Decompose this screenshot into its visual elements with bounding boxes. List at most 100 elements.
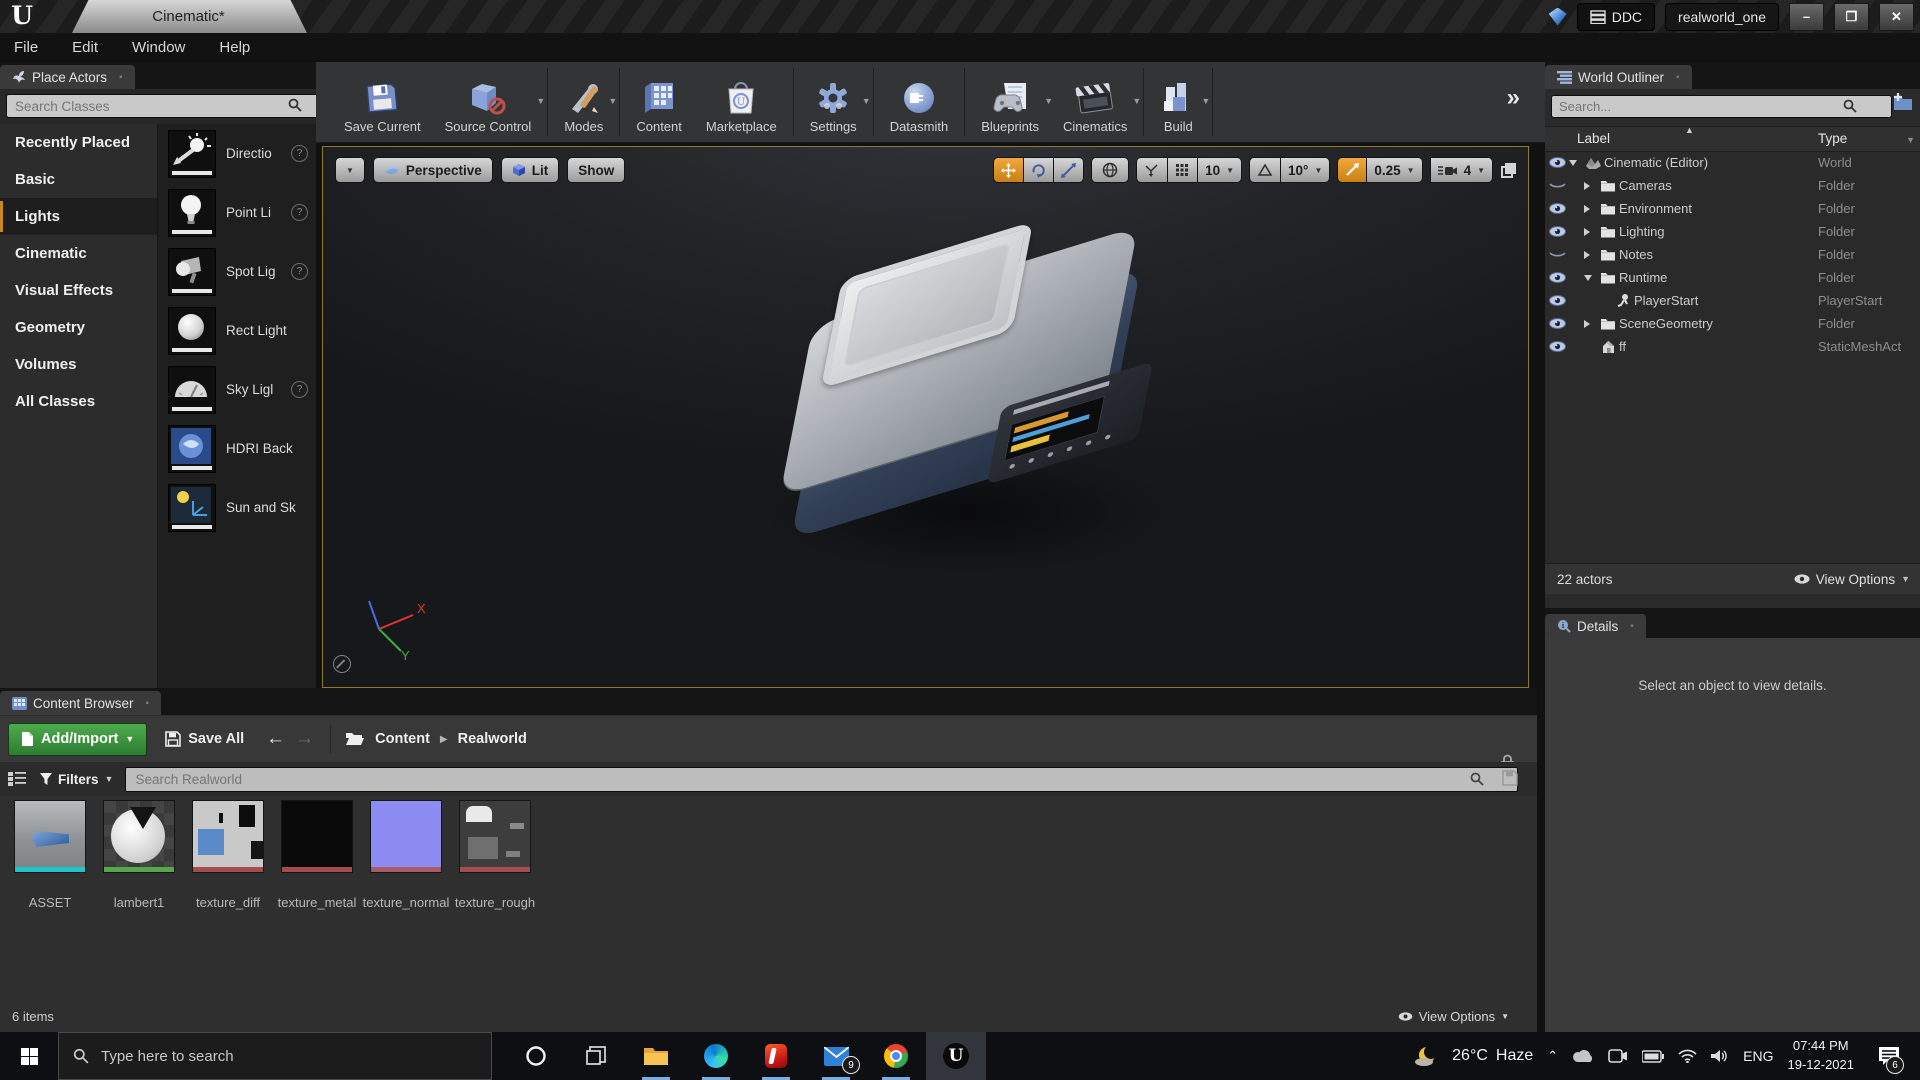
outliner-row[interactable]: Lighting Folder <box>1545 220 1920 243</box>
file-explorer-button[interactable] <box>626 1032 686 1080</box>
category-item[interactable]: Cinematic <box>0 235 157 272</box>
tray-expand-chevron[interactable]: ⌃ <box>1547 1048 1558 1064</box>
category-item[interactable]: Geometry <box>0 309 157 346</box>
meet-now-icon[interactable] <box>1608 1048 1628 1064</box>
red-app-button[interactable] <box>746 1032 806 1080</box>
3d-scale-device-model[interactable] <box>723 207 1203 607</box>
grid-snap-button[interactable] <box>1168 157 1199 183</box>
rotate-tool-button[interactable] <box>1024 157 1055 183</box>
menu-item[interactable]: File <box>14 39 38 56</box>
onedrive-icon[interactable] <box>1572 1049 1594 1063</box>
toolbar-button[interactable]: Settings ▼ <box>798 62 871 142</box>
visibility-eye-icon[interactable] <box>1545 249 1569 260</box>
placeable-actor-item[interactable]: Sun and Sk ? <box>158 478 316 537</box>
perspective-button[interactable]: Perspective <box>372 157 493 183</box>
category-item[interactable]: Visual Effects <box>0 272 157 309</box>
level-tab[interactable]: Cinematic* <box>72 0 307 33</box>
details-tab[interactable]: i Details ▪ <box>1545 614 1646 638</box>
visibility-eye-icon[interactable] <box>1545 341 1569 352</box>
menu-item[interactable]: Window <box>132 39 185 56</box>
expander-arrow[interactable] <box>1584 204 1597 213</box>
sources-panel-icon[interactable] <box>8 771 26 787</box>
scale-snap-button[interactable] <box>1337 157 1368 183</box>
toolbar-button[interactable]: U Marketplace ▼ <box>694 62 789 142</box>
outliner-view-options-button[interactable]: View Options ▼ <box>1794 572 1910 587</box>
place-actors-tab[interactable]: Place Actors ▪ <box>0 65 135 89</box>
maximize-viewport-icon[interactable] <box>1500 161 1518 179</box>
expander-arrow[interactable] <box>1569 159 1582 166</box>
breadcrumb-current[interactable]: Realworld <box>458 731 527 747</box>
chevron-down-icon[interactable]: ▼ <box>1201 96 1210 106</box>
asset-tile[interactable]: texture_normal <box>363 800 449 910</box>
task-view-button[interactable] <box>566 1032 626 1080</box>
asset-tile[interactable]: texture_rough <box>455 800 535 910</box>
language-indicator[interactable]: ENG <box>1743 1048 1773 1064</box>
visibility-eye-icon[interactable] <box>1545 180 1569 191</box>
back-arrow-button[interactable]: ← <box>266 728 285 750</box>
chrome-button[interactable] <box>866 1032 926 1080</box>
visibility-eye-icon[interactable] <box>1545 226 1569 237</box>
asset-tile[interactable]: ASSET <box>14 800 86 910</box>
place-actors-search-input[interactable] <box>6 94 328 118</box>
toolbar-button[interactable]: Blueprints ▼ <box>969 62 1053 142</box>
restore-button[interactable]: ❐ <box>1834 2 1869 31</box>
breadcrumb-root[interactable]: Content <box>375 731 430 747</box>
toolbar-button[interactable]: Source Control ▼ <box>433 62 545 142</box>
category-item[interactable]: Recently Placed <box>0 124 157 161</box>
toolbar-button[interactable]: Build ▼ <box>1148 62 1210 142</box>
add-import-button[interactable]: Add/Import ▼ <box>8 722 148 756</box>
help-icon[interactable]: ? <box>291 145 308 162</box>
chevron-down-icon[interactable]: ▼ <box>1132 96 1141 106</box>
outliner-row[interactable]: Runtime Folder <box>1545 266 1920 289</box>
toolbar-button[interactable]: Datasmith ▼ <box>878 62 961 142</box>
marketplace-gem-icon[interactable] <box>1548 7 1567 26</box>
outliner-search-input[interactable] <box>1551 95 1892 118</box>
expander-arrow[interactable] <box>1584 250 1597 259</box>
close-button[interactable]: ✕ <box>1879 2 1914 31</box>
outliner-row[interactable]: Cinematic (Editor) World <box>1545 151 1920 174</box>
chevron-down-icon[interactable]: ▼ <box>608 96 617 106</box>
expander-arrow[interactable] <box>1584 319 1597 328</box>
toolbar-overflow-chevron[interactable]: » <box>1507 84 1520 112</box>
scale-snap-value-dropdown[interactable]: 0.25 ▼ <box>1367 157 1423 183</box>
placeable-actor-item[interactable]: Directio ? <box>158 124 316 183</box>
placeable-actor-item[interactable]: Spot Lig ? <box>158 242 316 301</box>
placeable-actor-item[interactable]: HDRI Back ? <box>158 419 316 478</box>
show-button[interactable]: Show <box>567 157 626 183</box>
angle-snap-button[interactable] <box>1249 157 1282 183</box>
help-icon[interactable]: ? <box>291 381 308 398</box>
outliner-row[interactable]: Cameras Folder <box>1545 174 1920 197</box>
start-button[interactable] <box>0 1032 58 1080</box>
viewport-options-button[interactable]: ▼ <box>335 157 365 183</box>
chevron-down-icon[interactable]: ▼ <box>862 96 871 106</box>
placeable-actor-item[interactable]: Sky Ligl ? <box>158 360 316 419</box>
visibility-eye-icon[interactable] <box>1545 295 1569 306</box>
unreal-engine-button[interactable]: U <box>926 1032 986 1080</box>
viewport[interactable]: ▼ Perspective Lit Show 10 ▼ 10° ▼ 0.25 ▼… <box>322 146 1529 688</box>
filters-button[interactable]: Filters ▼ <box>40 772 113 787</box>
expander-arrow[interactable] <box>1584 274 1597 281</box>
help-icon[interactable]: ? <box>291 263 308 280</box>
camera-speed-button[interactable]: 4 ▼ <box>1429 157 1493 183</box>
angle-snap-value-dropdown[interactable]: 10° ▼ <box>1281 157 1331 183</box>
cortana-button[interactable] <box>506 1032 566 1080</box>
toolbar-button[interactable]: Content ▼ <box>624 62 694 142</box>
volume-icon[interactable] <box>1711 1049 1729 1063</box>
placeable-actor-item[interactable]: Point Li ? <box>158 183 316 242</box>
ddc-button[interactable]: DDC <box>1576 2 1656 31</box>
world-coordinate-button[interactable] <box>1091 157 1130 183</box>
type-column-header[interactable]: Type <box>1818 131 1847 146</box>
mail-button[interactable]: 9 <box>806 1032 866 1080</box>
new-folder-icon[interactable] <box>1892 93 1914 111</box>
asset-tile[interactable]: texture_diff <box>192 800 264 910</box>
menu-item[interactable]: Edit <box>72 39 98 56</box>
save-all-button[interactable]: Save All <box>165 731 244 747</box>
weather-widget[interactable]: 26°C Haze <box>1414 1045 1533 1067</box>
toolbar-button[interactable]: Save Current ▼ <box>332 62 433 142</box>
compass-icon[interactable] <box>333 655 351 673</box>
content-browser-tab[interactable]: Content Browser ▪ <box>0 691 162 715</box>
outliner-row[interactable]: SceneGeometry Folder <box>1545 312 1920 335</box>
move-tool-button[interactable] <box>993 157 1025 183</box>
chevron-down-icon[interactable]: ▼ <box>536 96 545 106</box>
clock-widget[interactable]: 07:44 PM 19-12-2021 <box>1788 1037 1855 1075</box>
